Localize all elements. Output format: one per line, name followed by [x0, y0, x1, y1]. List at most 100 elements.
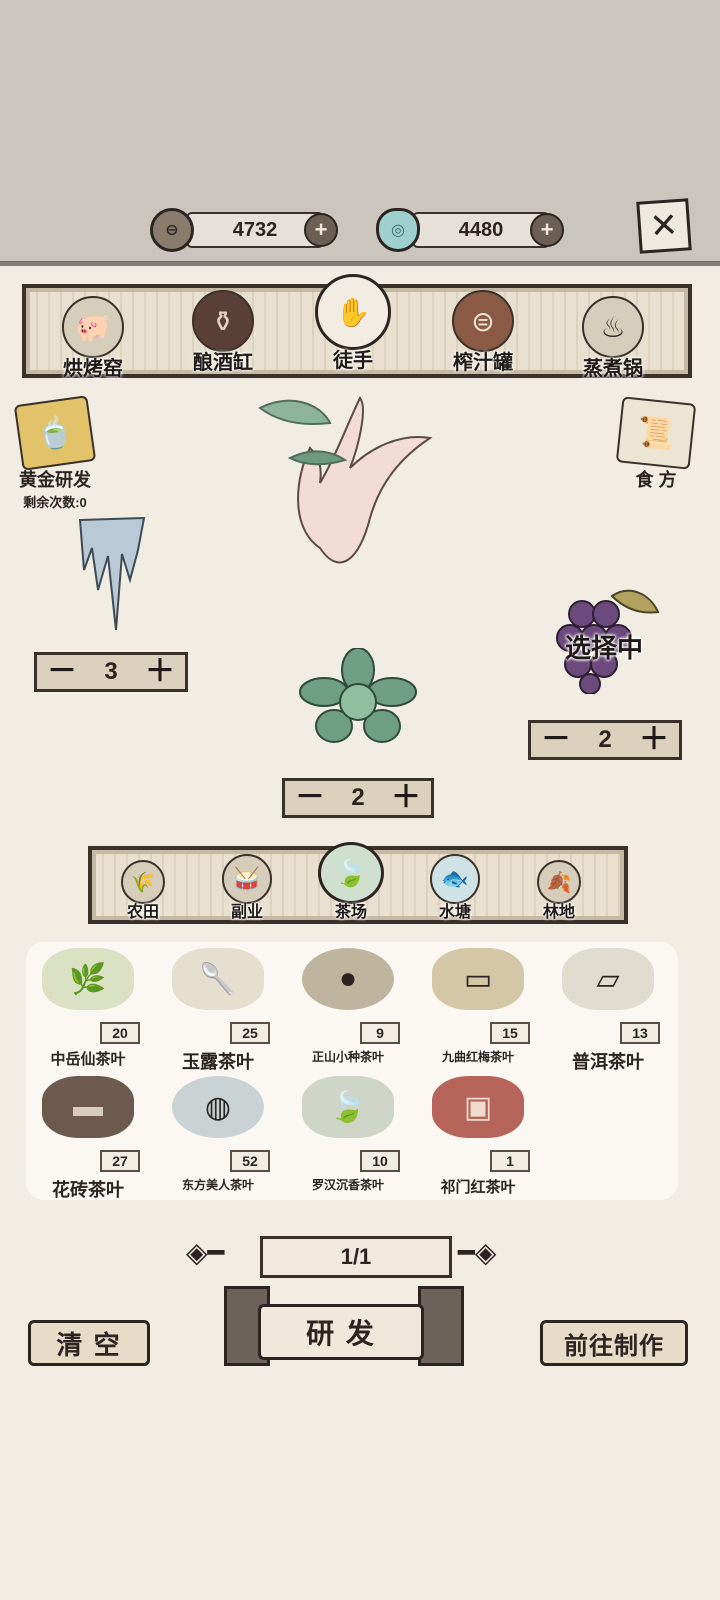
tool-juicer[interactable]: ⊜ 榨汁罐 — [428, 290, 538, 375]
hand-icon: ✋ — [315, 274, 391, 350]
remaining-count: 剩余次数:0 — [23, 495, 87, 510]
item-count: 20 — [100, 1022, 140, 1044]
category-label: 林地 — [542, 904, 575, 921]
item-count: 9 — [360, 1022, 400, 1044]
pot-icon: ♨ — [582, 296, 644, 358]
decrease-button[interactable]: － — [47, 657, 77, 687]
item-name: 罗汉沉香茶叶 — [311, 1178, 384, 1192]
item-card[interactable]: ▱ 13 普洱茶叶 — [548, 948, 668, 1072]
item-name: 玉露茶叶 — [182, 1052, 254, 1072]
category-forest[interactable]: 🍂 林地 — [504, 860, 614, 922]
right-quantity-stepper: － 2 ＋ — [528, 720, 682, 760]
barrel-icon: ⊜ — [452, 290, 514, 352]
add-gems-button[interactable]: + — [530, 213, 564, 247]
page-indicator: 1/1 — [260, 1236, 452, 1278]
item-name: 中岳仙茶叶 — [50, 1051, 126, 1068]
clear-button[interactable]: 清 空 — [28, 1320, 150, 1366]
prev-page-button[interactable]: ◈━ — [186, 1236, 224, 1269]
item-name: 花砖茶叶 — [52, 1180, 124, 1200]
item-card[interactable]: 🌿 20 中岳仙茶叶 — [28, 948, 148, 1068]
tea-leaf-icon: 🌿 — [42, 948, 134, 1010]
tea-package-icon: ▱ — [562, 948, 654, 1010]
item-card[interactable]: ▣ 1 祁门红茶叶 — [418, 1076, 538, 1196]
tool-oven[interactable]: 🐖 烘烤窑 — [38, 296, 148, 381]
item-card[interactable]: 🍃 10 罗汉沉香茶叶 — [288, 1076, 408, 1192]
tea-plate-icon: ◍ — [172, 1076, 264, 1138]
item-card[interactable]: ◍ 52 东方美人茶叶 — [158, 1076, 278, 1192]
category-label: 副业 — [230, 904, 263, 921]
goto-craft-button[interactable]: 前往制作 — [540, 1320, 688, 1366]
top-banner — [0, 0, 720, 266]
lantern-right-icon — [418, 1286, 464, 1366]
tool-label: 蒸煮锅 — [583, 358, 643, 380]
tool-label: 烘烤窑 — [63, 358, 123, 380]
tool-label: 榨汁罐 — [453, 352, 513, 374]
increase-button[interactable]: ＋ — [145, 657, 175, 687]
decrease-button[interactable]: － — [295, 783, 325, 813]
arrow-right-icon: ━◈ — [458, 1237, 497, 1268]
tea-farm-icon: 🍃 — [318, 842, 384, 904]
close-icon: ✕ — [648, 206, 680, 246]
center-quantity-stepper: － 2 ＋ — [282, 778, 434, 818]
tea-bowl-icon: ● — [302, 948, 394, 1010]
tea-box-icon: ▣ — [432, 1076, 524, 1138]
gold-research-label: 黄金研发 — [19, 470, 91, 490]
item-card[interactable]: ▬ 27 花砖茶叶 — [28, 1076, 148, 1200]
item-name: 东方美人茶叶 — [181, 1178, 254, 1192]
coin-icon: ⊖ — [150, 208, 194, 252]
hand-illustration — [258, 396, 433, 564]
tool-bare-hand[interactable]: ✋ 徒手 — [298, 274, 408, 373]
tool-steamer[interactable]: ♨ 蒸煮锅 — [558, 296, 668, 381]
tool-label: 酿酒缸 — [193, 352, 253, 374]
item-count: 1 — [490, 1150, 530, 1172]
pond-icon: 🐟 — [430, 854, 480, 904]
item-card[interactable]: 🥄 25 玉露茶叶 — [158, 948, 278, 1072]
item-count: 15 — [490, 1022, 530, 1044]
category-label: 茶场 — [334, 904, 367, 921]
tea-leaf-ingredient[interactable] — [296, 648, 420, 752]
gold-research-button[interactable]: 🍵 黄金研发 剩余次数:0 — [10, 395, 100, 511]
increase-button[interactable]: ＋ — [391, 783, 421, 813]
gold-research-icon: 🍵 — [13, 395, 97, 471]
close-button[interactable]: ✕ — [636, 198, 692, 254]
category-sideline[interactable]: 🥁 副业 — [192, 854, 302, 922]
item-name: 普洱茶叶 — [572, 1052, 644, 1072]
item-name: 祁门红茶叶 — [440, 1179, 516, 1196]
research-button[interactable]: 研 发 — [258, 1304, 424, 1360]
category-label: 水塘 — [438, 904, 471, 921]
arrow-left-icon: ◈━ — [186, 1237, 225, 1268]
quantity-value: 2 — [351, 784, 365, 811]
wine-jar-icon: ⚱ — [192, 290, 254, 352]
item-card[interactable]: ● 9 正山小种茶叶 — [288, 948, 408, 1064]
decrease-button[interactable]: － — [541, 725, 571, 755]
quantity-value: 3 — [104, 658, 118, 685]
category-farmland[interactable]: 🌾 农田 — [88, 860, 198, 922]
item-name: 正山小种茶叶 — [311, 1050, 384, 1064]
tea-leaves-icon: 🍃 — [302, 1076, 394, 1138]
item-count: 10 — [360, 1150, 400, 1172]
next-page-button[interactable]: ━◈ — [458, 1236, 496, 1269]
tool-label: 徒手 — [333, 350, 373, 372]
recipe-scroll-icon: 📜 — [615, 396, 697, 470]
icicle-ingredient[interactable] — [72, 510, 152, 640]
item-count: 25 — [230, 1022, 270, 1044]
recipe-button[interactable]: 📜 食 方 — [615, 396, 697, 492]
gem-icon: ◎ — [376, 208, 420, 252]
item-count: 52 — [230, 1150, 270, 1172]
tool-wine-jar[interactable]: ⚱ 酿酒缸 — [168, 290, 278, 375]
sideline-icon: 🥁 — [222, 854, 272, 904]
quantity-value: 2 — [598, 726, 612, 753]
recipe-label: 食 方 — [635, 470, 677, 490]
category-pond[interactable]: 🐟 水塘 — [400, 854, 510, 922]
category-tea-farm[interactable]: 🍃 茶场 — [296, 842, 406, 922]
item-card[interactable]: ▭ 15 九曲红梅茶叶 — [418, 948, 538, 1064]
gem-counter: ◎ 4480 + — [376, 208, 564, 252]
tea-scoop-icon: 🥄 — [172, 948, 264, 1010]
add-coins-button[interactable]: + — [304, 213, 338, 247]
category-label: 农田 — [126, 904, 159, 921]
selecting-status: 选择中 — [564, 633, 643, 663]
item-count: 27 — [100, 1150, 140, 1172]
item-name: 九曲红梅茶叶 — [441, 1050, 514, 1064]
tea-brick-icon: ▬ — [42, 1076, 134, 1138]
increase-button[interactable]: ＋ — [639, 725, 669, 755]
